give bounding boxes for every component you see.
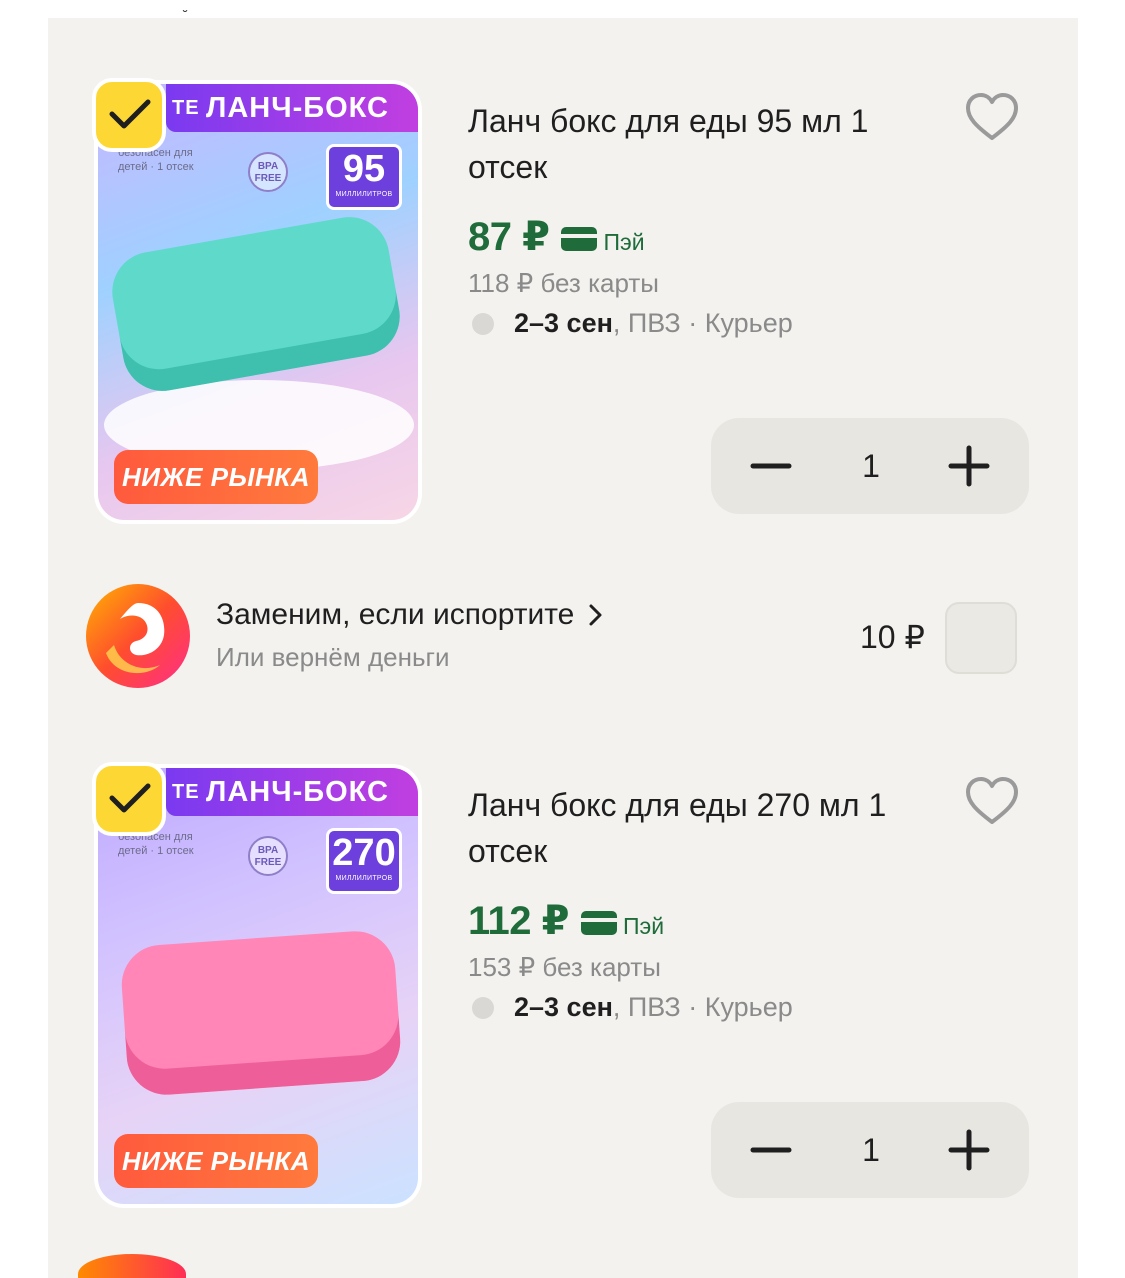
product-image[interactable]: ТЕ ЛАНЧ-БОКС безопасен для детей · 1 отс… xyxy=(92,762,422,1208)
product-title[interactable]: Ланч бокс для еды 95 мл 1 отсек xyxy=(468,98,928,190)
chevron-right-icon xyxy=(589,604,602,626)
product-title[interactable]: Ланч бокс для еды 270 мл 1 отсек xyxy=(468,782,928,874)
below-market-badge: НИЖЕ РЫНКА xyxy=(114,450,318,504)
volume-badge: 270 МИЛЛИЛИТРОВ xyxy=(326,828,402,894)
card-icon xyxy=(561,227,598,251)
guarantee-price: 10 ₽ xyxy=(860,619,925,655)
lunch-box-illustration xyxy=(105,210,407,398)
price-row: 87 ₽ Пэй xyxy=(468,214,645,264)
volume-number: 95 xyxy=(342,148,386,190)
plus-icon[interactable] xyxy=(945,1126,993,1174)
image-banner-text: ЛАНЧ-БОКС xyxy=(206,776,389,808)
card-icon xyxy=(580,911,617,935)
image-banner-text: ЛАНЧ-БОКС xyxy=(206,92,389,124)
price-row: 112 ₽ Пэй xyxy=(468,898,664,948)
image-banner: ТЕ ЛАНЧ-БОКС xyxy=(166,84,418,132)
delivery-status-dot xyxy=(472,312,494,335)
price: 87 ₽ xyxy=(468,215,550,259)
heart-icon[interactable] xyxy=(964,92,1020,144)
delivery-options: , ПВЗ · Курьер xyxy=(612,992,793,1022)
pay-label: Пэй xyxy=(622,913,665,939)
delivery-date: 2–3 сен xyxy=(514,308,613,338)
volume-unit: МИЛЛИЛИТРОВ xyxy=(335,191,393,198)
cart-panel: ТЕ ЛАНЧ-БОКС безопасен для детей · 1 отс… xyxy=(48,18,1078,1278)
lunch-box-illustration xyxy=(119,928,403,1098)
bpa-free-badge: BPA FREE xyxy=(248,152,288,192)
quantity-value: 1 xyxy=(862,1132,880,1168)
guarantee-checkbox[interactable] xyxy=(945,602,1017,674)
below-market-badge: НИЖЕ РЫНКА xyxy=(114,1134,318,1188)
product-image[interactable]: ТЕ ЛАНЧ-БОКС безопасен для детей · 1 отс… xyxy=(92,78,422,524)
image-banner-prefix: ТЕ xyxy=(172,97,200,119)
check-icon xyxy=(109,783,151,813)
heart-icon[interactable] xyxy=(964,776,1020,828)
delivery-info: 2–3 сен , ПВЗ · Курьер xyxy=(472,308,793,339)
delivery-status-dot xyxy=(472,996,494,1019)
price: 112 ₽ xyxy=(468,899,569,943)
volume-badge: 95 МИЛЛИЛИТРОВ xyxy=(326,144,402,210)
select-checkbox[interactable] xyxy=(92,762,166,836)
pay-label: Пэй xyxy=(603,229,645,255)
minus-icon[interactable] xyxy=(747,442,795,490)
quantity-value: 1 xyxy=(862,448,880,484)
image-banner: ТЕ ЛАНЧ-БОКС xyxy=(166,768,418,816)
volume-number: 270 xyxy=(332,832,396,874)
guarantee-title: Заменим, если испортите xyxy=(216,598,575,631)
image-banner-prefix: ТЕ xyxy=(172,781,200,803)
volume-unit: МИЛЛИЛИТРОВ xyxy=(335,875,393,882)
guarantee-link[interactable]: Заменим, если испортите xyxy=(216,598,604,632)
replacement-guarantee-row: Заменим, если испортите Или вернём деньг… xyxy=(48,580,1078,690)
guarantee-logo-icon xyxy=(86,584,190,688)
delivery-date: 2–3 сен xyxy=(514,992,613,1022)
delivery-options: , ПВЗ · Курьер xyxy=(612,308,793,338)
minus-icon[interactable] xyxy=(747,1126,795,1174)
quantity-stepper: 1 xyxy=(711,418,1029,514)
quantity-stepper: 1 xyxy=(711,1102,1029,1198)
check-icon xyxy=(109,99,151,129)
guarantee-subtitle: Или вернём деньги xyxy=(216,642,450,672)
price-without-card: 153 ₽ без карты xyxy=(468,952,661,982)
select-checkbox[interactable] xyxy=(92,78,166,152)
bpa-free-badge: BPA FREE xyxy=(248,836,288,876)
price-without-card: 118 ₽ без карты xyxy=(468,268,659,298)
delivery-info: 2–3 сен , ПВЗ · Курьер xyxy=(472,992,793,1023)
plus-icon[interactable] xyxy=(945,442,993,490)
